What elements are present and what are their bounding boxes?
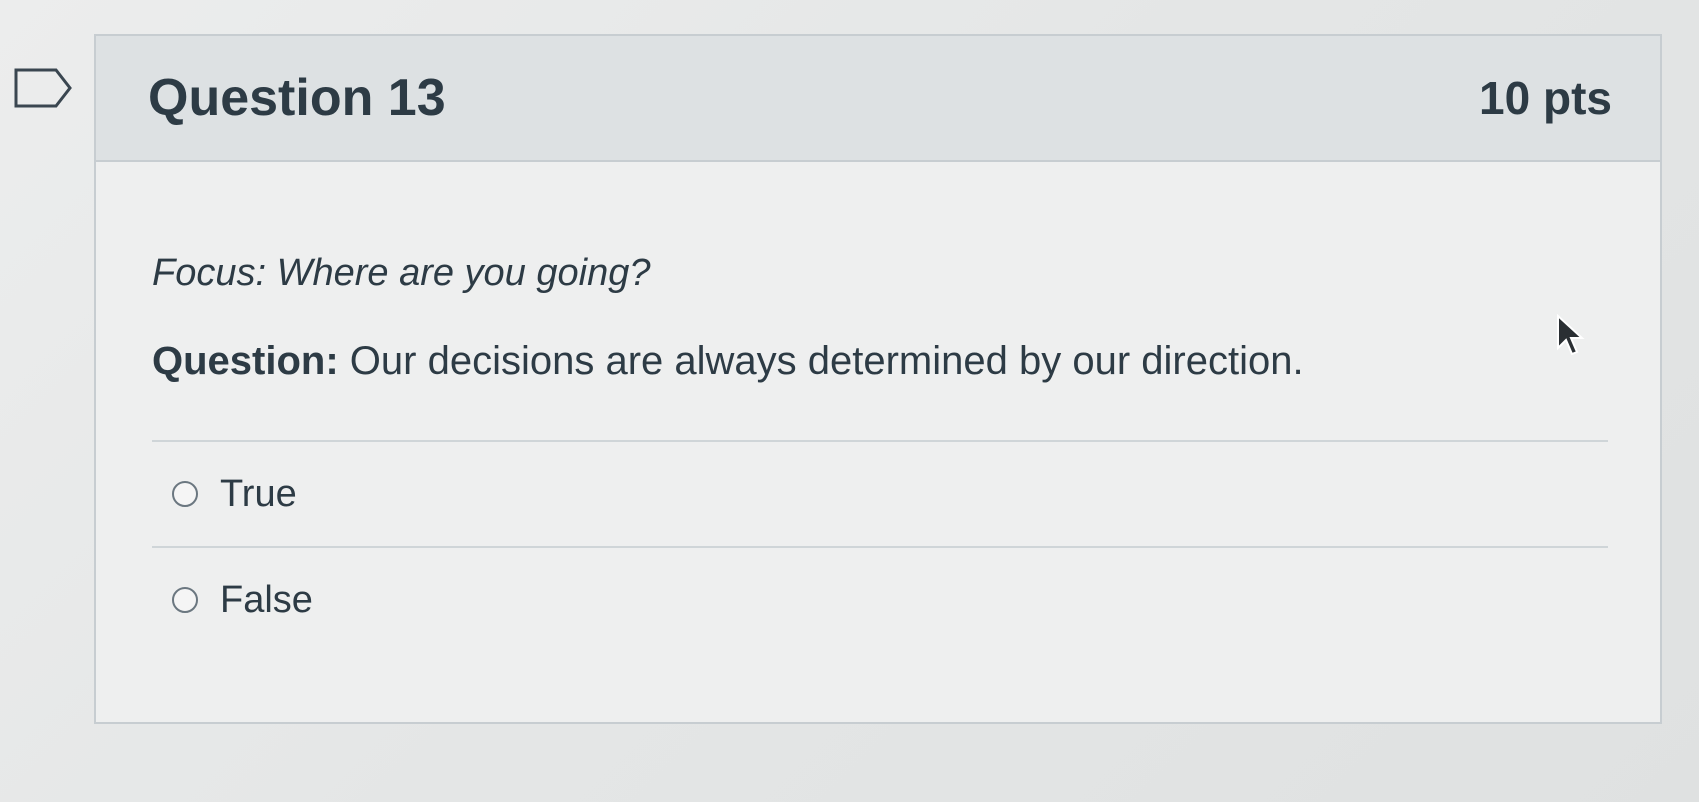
quiz-page: Question 13 10 pts Focus: Where are you … bbox=[0, 0, 1699, 802]
question-text: Question: Our decisions are always deter… bbox=[152, 339, 1608, 384]
question-statement: Our decisions are always determined by o… bbox=[338, 339, 1304, 383]
answer-label: True bbox=[220, 472, 297, 515]
question-points: 10 pts bbox=[1479, 72, 1612, 124]
mouse-pointer-icon bbox=[1557, 314, 1585, 356]
answer-true[interactable]: True bbox=[152, 440, 1608, 546]
question-label: Question: bbox=[152, 339, 339, 383]
flag-question-icon[interactable] bbox=[12, 66, 74, 110]
question-header: Question 13 10 pts bbox=[96, 36, 1660, 162]
answer-label: False bbox=[220, 578, 313, 621]
answer-list: True False bbox=[152, 440, 1608, 652]
question-card: Question 13 10 pts Focus: Where are you … bbox=[94, 34, 1662, 724]
question-title: Question 13 bbox=[148, 69, 446, 127]
focus-text: Focus: Where are you going? bbox=[152, 252, 651, 294]
answer-false[interactable]: False bbox=[152, 546, 1608, 652]
radio-true[interactable] bbox=[172, 481, 198, 507]
question-body: Focus: Where are you going? Question: Ou… bbox=[96, 162, 1660, 652]
radio-false[interactable] bbox=[172, 587, 198, 613]
